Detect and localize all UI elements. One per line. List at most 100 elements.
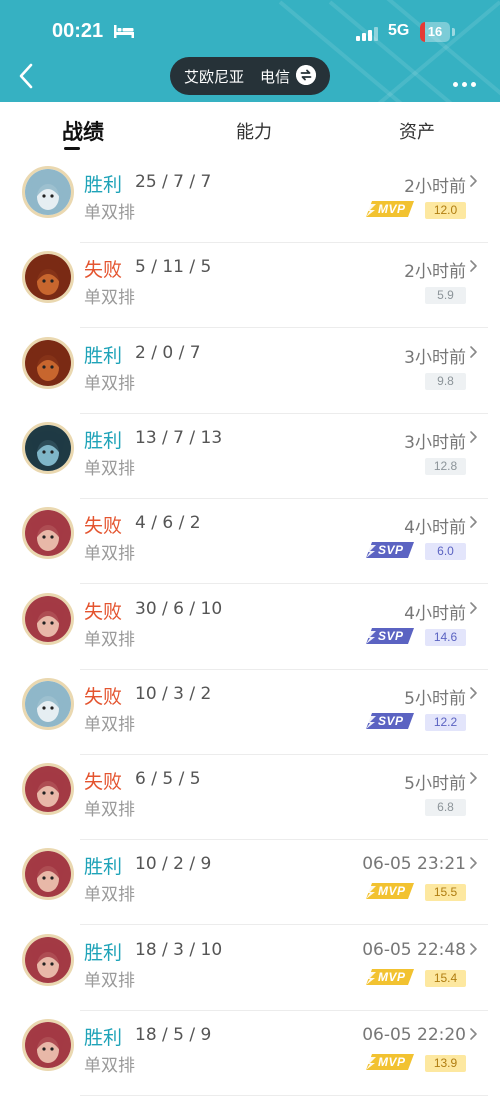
- match-row[interactable]: 失败 6 / 5 / 5 单双排 5小时前 6.8: [0, 755, 500, 841]
- match-row[interactable]: 失败 5 / 11 / 5 单双排 2小时前 5.9: [0, 243, 500, 329]
- match-score: 12.2: [425, 713, 466, 731]
- tab-record[interactable]: 战绩: [62, 116, 104, 146]
- chevron-right-icon: [470, 942, 477, 955]
- match-score: 6.0: [425, 543, 466, 561]
- match-kda: 30 / 6 / 10: [135, 598, 223, 619]
- champion-avatar-icon: [22, 1019, 74, 1071]
- match-kda: 10 / 2 / 9: [135, 854, 212, 875]
- status-bar: 00:21 5G 16: [52, 20, 460, 48]
- match-result: 失败: [84, 515, 123, 538]
- mvp-badge: MVP: [364, 198, 416, 220]
- match-row[interactable]: 胜利 13 / 7 / 13 单双排 3小时前 12.8: [0, 414, 500, 499]
- match-mode: 单双排: [84, 544, 135, 565]
- badge-label: SVP: [378, 543, 404, 558]
- match-mode: 单双排: [84, 1056, 135, 1076]
- champion-avatar-icon: [22, 166, 74, 218]
- match-score: 14.6: [425, 628, 466, 646]
- chevron-right-icon: [470, 345, 477, 358]
- match-row[interactable]: 失败 30 / 6 / 10 单双排 4小时前 SVP 14.6: [0, 585, 500, 670]
- mvp-badge: MVP: [364, 1051, 416, 1073]
- badge-label: MVP: [378, 1055, 406, 1069]
- match-row[interactable]: 胜利 2 / 0 / 7 单双排 3小时前 9.8: [0, 329, 500, 414]
- mvp-badge: MVP: [364, 880, 416, 902]
- network-type: 5G: [388, 22, 410, 39]
- match-kda: 4 / 6 / 2: [135, 513, 201, 534]
- swap-icon[interactable]: [296, 65, 316, 85]
- svp-badge: SVP: [364, 625, 416, 647]
- server-selector[interactable]: 艾欧尼亚 电信: [170, 57, 330, 95]
- tab-active-indicator: [64, 147, 80, 150]
- battery-level: 16: [427, 24, 443, 39]
- match-score: 13.9: [425, 1055, 466, 1072]
- chevron-right-icon: [470, 857, 477, 870]
- match-score: 12.0: [425, 202, 466, 219]
- match-score: 15.4: [425, 969, 466, 987]
- match-mode: 单双排: [84, 970, 135, 991]
- match-time: 3小时前: [404, 432, 466, 453]
- match-row[interactable]: 胜利 18 / 3 / 10 单双排 06-05 22:48 MVP 15.4: [0, 926, 500, 1011]
- match-kda: 6 / 5 / 5: [135, 769, 201, 790]
- champion-avatar-icon: [22, 336, 74, 389]
- match-mode: 单双排: [84, 800, 135, 821]
- match-kda: 18 / 3 / 10: [135, 939, 223, 960]
- badge-label: SVP: [378, 628, 404, 643]
- match-result: 胜利: [84, 429, 123, 452]
- match-score: 15.5: [425, 884, 466, 902]
- chevron-right-icon: [470, 772, 477, 784]
- match-score: 5.9: [425, 287, 466, 305]
- chevron-right-icon: [470, 175, 477, 187]
- server-carrier: 电信: [260, 68, 291, 86]
- champion-avatar-icon: [22, 592, 74, 645]
- match-score: 12.8: [425, 457, 466, 475]
- match-result: 胜利: [84, 174, 123, 196]
- match-kda: 13 / 7 / 13: [135, 427, 223, 448]
- chevron-right-icon: [470, 260, 477, 273]
- chevron-right-icon: [470, 686, 477, 699]
- match-kda: 25 / 7 / 7: [135, 172, 212, 192]
- champion-avatar-icon: [22, 848, 74, 901]
- back-icon[interactable]: [16, 62, 38, 90]
- match-time: 06-05 22:20: [362, 1025, 466, 1045]
- match-result: 失败: [84, 259, 123, 282]
- svp-badge: SVP: [364, 710, 416, 732]
- match-result: 失败: [84, 771, 123, 794]
- chevron-right-icon: [470, 601, 477, 614]
- match-result: 失败: [84, 685, 123, 708]
- champion-avatar-icon: [22, 251, 74, 304]
- champion-avatar-icon: [22, 933, 74, 986]
- match-row[interactable]: 胜利 10 / 2 / 9 单双排 06-05 23:21 MVP 15.5: [0, 840, 500, 926]
- match-time: 06-05 23:21: [362, 854, 466, 875]
- match-score: 9.8: [425, 372, 466, 390]
- match-result: 胜利: [84, 856, 123, 879]
- bed-icon: [114, 25, 134, 38]
- match-mode: 单双排: [84, 288, 135, 309]
- app-header: 00:21 5G 16 艾欧尼亚 电信: [0, 0, 500, 102]
- tab-assets[interactable]: 资产: [399, 118, 435, 144]
- battery-cap: [452, 28, 455, 36]
- badge-label: MVP: [378, 969, 406, 984]
- match-row[interactable]: 失败 4 / 6 / 2 单双排 4小时前 SVP 6.0: [0, 499, 500, 585]
- match-time: 06-05 22:48: [362, 939, 466, 960]
- match-time: 5小时前: [404, 774, 466, 795]
- server-name: 艾欧尼亚: [184, 68, 245, 86]
- tab-ability[interactable]: 能力: [236, 118, 272, 144]
- match-kda: 10 / 3 / 2: [135, 683, 212, 704]
- champion-avatar-icon: [22, 677, 74, 730]
- badge-label: SVP: [378, 713, 404, 728]
- match-result: 胜利: [84, 344, 123, 367]
- match-mode: 单双排: [84, 458, 135, 479]
- match-time: 5小时前: [404, 688, 466, 709]
- champion-avatar-icon: [22, 421, 74, 474]
- match-time: 4小时前: [404, 603, 466, 624]
- match-row[interactable]: 胜利 18 / 5 / 9 单双排 06-05 22:20 MVP 13.9: [0, 1011, 500, 1096]
- match-row[interactable]: 失败 10 / 3 / 2 单双排 5小时前 SVP 12.2: [0, 670, 500, 755]
- chevron-right-icon: [470, 1028, 477, 1040]
- more-icon[interactable]: [449, 72, 476, 91]
- match-kda: 18 / 5 / 9: [135, 1025, 212, 1045]
- chevron-right-icon: [470, 516, 477, 528]
- match-row[interactable]: 胜利 25 / 7 / 7 单双排 2小时前 MVP 12.0: [0, 158, 500, 243]
- badge-label: MVP: [378, 884, 406, 899]
- mvp-badge: MVP: [364, 966, 416, 988]
- match-time: 2小时前: [404, 262, 466, 283]
- chevron-right-icon: [470, 431, 477, 443]
